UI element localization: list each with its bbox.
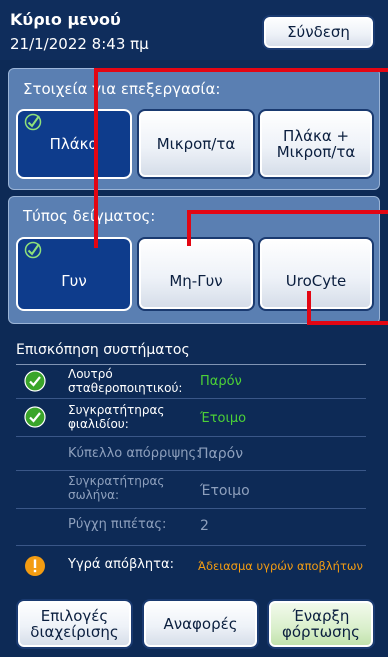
row-vial-holder-label-line1: Συγκρατήτηρας <box>68 403 165 417</box>
warning-icon <box>25 556 45 576</box>
row-tube-holder-label: Συγκρατήτηρας σωλήνα: <box>68 474 165 503</box>
ok-check-icon <box>24 370 46 392</box>
selected-check-icon <box>24 113 42 131</box>
row-waste-cup-value: Παρόν <box>198 446 244 462</box>
callout-line <box>307 321 388 325</box>
callout-line <box>307 291 311 325</box>
process-option-plate-slides-line1: Πλάκα + <box>282 126 350 145</box>
row-divider <box>16 508 366 509</box>
row-vial-holder-label-line2: φιαλιδίου: <box>68 416 129 431</box>
login-button[interactable]: Σύνδεση <box>262 15 375 50</box>
process-panel-label: Στοιχεία για επεξεργασία: <box>23 80 221 98</box>
callout-line <box>94 68 388 72</box>
sample-panel-label: Τύπος δείγματος: <box>23 207 156 225</box>
page-title: Κύριο μενού <box>10 10 121 29</box>
row-fixative-label-line2: σταθεροποιητικού: <box>68 380 183 395</box>
row-divider <box>16 436 366 437</box>
start-loading-button[interactable]: Έναρξη φόρτωσης <box>267 599 375 649</box>
row-vial-holder-label: Συγκρατήτηρας φιαλιδίου: <box>68 403 165 432</box>
sample-option-nongyn[interactable]: Μη-Γυν <box>137 237 255 311</box>
row-fixative-value: Παρόν <box>200 374 242 389</box>
date-time: 21/1/2022 8:43 πμ <box>10 35 149 53</box>
row-divider <box>16 398 366 399</box>
admin-options-line1: Επιλογές <box>40 606 109 625</box>
overview-divider <box>16 364 366 365</box>
callout-line <box>187 210 191 246</box>
row-tube-holder-label-line2: σωλήνα: <box>68 487 120 502</box>
admin-options-line2: διαχείρισης <box>30 623 119 641</box>
selected-check-icon <box>24 241 42 259</box>
header-bar: Κύριο μενού 21/1/2022 8:43 πμ Σύνδεση <box>0 0 388 60</box>
row-liquid-waste-label: Υγρά απόβλητα: <box>68 557 174 572</box>
sample-option-nongyn-label: Μη-Γυν <box>169 271 223 290</box>
sample-option-urocyte[interactable]: UroCyte <box>258 237 374 311</box>
row-fixative-label: Λουτρό σταθεροποιητικού: <box>68 367 183 396</box>
reports-button[interactable]: Αναφορές <box>142 599 259 649</box>
row-fixative-label-line1: Λουτρό <box>68 367 113 381</box>
process-option-slides-label: Μικροπ/τα <box>156 134 236 153</box>
ok-check-icon <box>24 406 46 428</box>
row-waste-cup-label: Κύπελλο απόρριψης: <box>68 446 201 461</box>
overview-title: Επισκόπηση συστήματος <box>16 342 190 358</box>
process-option-plate-slides[interactable]: Πλάκα + Μικροπ/τα <box>258 109 374 179</box>
row-divider <box>16 545 366 546</box>
callout-line <box>187 210 388 214</box>
start-loading-line2: φόρτωσης <box>281 623 360 641</box>
row-divider <box>16 470 366 471</box>
row-tube-holder-label-line1: Συγκρατήτηρας <box>68 474 165 488</box>
row-liquid-waste-value: Άδειασμα υγρών αποβλήτων <box>198 559 363 573</box>
sample-option-urocyte-label: UroCyte <box>285 271 347 290</box>
row-pipette-tips-value: 2 <box>200 518 209 534</box>
row-tube-holder-value: Έτοιμο <box>200 483 250 499</box>
admin-options-button[interactable]: Επιλογές διαχείρισης <box>16 599 133 649</box>
start-loading-line1: Έναρξη <box>292 606 350 625</box>
row-vial-holder-value: Έτοιμο <box>200 411 247 426</box>
process-option-slides[interactable]: Μικροπ/τα <box>137 109 255 179</box>
callout-line <box>94 68 98 248</box>
row-pipette-tips-label: Ρύγχη πιπέτας: <box>68 517 167 532</box>
process-option-plate-slides-line2: Μικροπ/τα <box>276 143 356 161</box>
reports-label: Αναφορές <box>163 614 238 633</box>
sample-option-gyn-label: Γυν <box>61 271 87 290</box>
process-option-plate-label: Πλάκα <box>49 134 99 153</box>
